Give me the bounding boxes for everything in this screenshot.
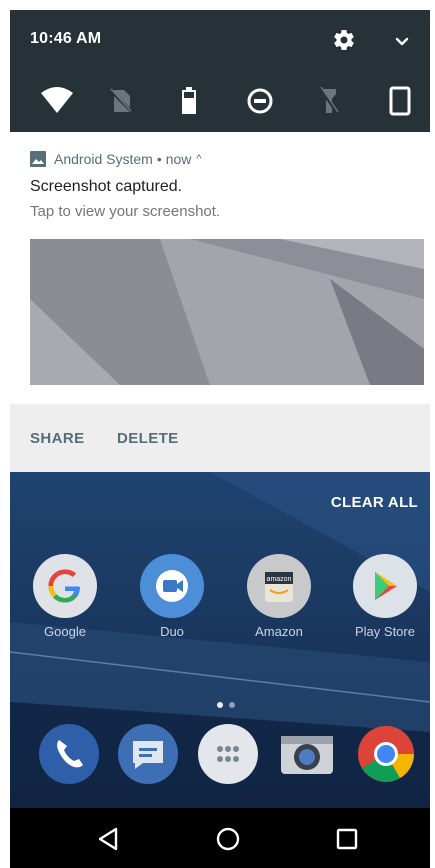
amazon-icon: amazon (247, 554, 311, 618)
do-not-disturb-icon[interactable] (243, 84, 277, 118)
camera-icon[interactable] (275, 722, 339, 786)
screenshot-notification[interactable]: Android System • now ^ Screenshot captur… (10, 132, 430, 404)
chevron-down-icon[interactable] (392, 32, 412, 52)
page-indicator (217, 702, 235, 708)
app-label: Play Store (355, 624, 415, 639)
notification-app-name: Android System (54, 151, 153, 167)
app-label: Duo (160, 624, 184, 639)
notification-text: Tap to view your screenshot. (30, 203, 221, 220)
screen: 10:46 AM Android System • now ^ Screensh… (0, 0, 435, 868)
app-duo[interactable]: Duo (127, 554, 217, 639)
clear-all-button[interactable]: CLEAR ALL (331, 494, 418, 511)
messages-icon[interactable] (116, 722, 180, 786)
app-amazon[interactable]: amazon Amazon (234, 554, 324, 639)
home-icon[interactable] (213, 824, 243, 854)
notification-time: now (165, 151, 192, 167)
settings-gear-icon[interactable] (332, 28, 356, 52)
no-sim-icon[interactable] (104, 84, 138, 118)
quick-settings-tiles (10, 80, 430, 120)
amazon-logo-text: amazon (267, 576, 292, 583)
app-label: Google (44, 624, 86, 639)
screenshot-preview-image[interactable] (30, 239, 424, 385)
notification-title: Screenshot captured. (30, 178, 183, 195)
app-google[interactable]: Google (20, 554, 110, 639)
expand-caret-icon[interactable]: ^ (196, 153, 201, 165)
notification-header: Android System • now ^ (30, 150, 202, 168)
home-screen: CLEAR ALL Google Duo amazon Amazon Play … (10, 472, 430, 808)
notification-actions: SHARE DELETE (10, 404, 430, 472)
app-label: Amazon (255, 624, 303, 639)
auto-rotate-icon[interactable] (383, 84, 417, 118)
google-icon (33, 554, 97, 618)
flashlight-off-icon[interactable] (312, 84, 346, 118)
delete-button[interactable]: DELETE (117, 430, 179, 447)
app-play-store[interactable]: Play Store (340, 554, 430, 639)
notification-separator: • (156, 151, 162, 167)
overview-icon[interactable] (332, 824, 362, 854)
share-button[interactable]: SHARE (30, 430, 85, 447)
phone-icon[interactable] (37, 722, 101, 786)
chrome-icon[interactable] (354, 722, 418, 786)
navigation-bar (10, 808, 430, 868)
duo-icon (140, 554, 204, 618)
wifi-icon[interactable] (40, 84, 74, 118)
battery-icon[interactable] (172, 84, 206, 118)
back-icon[interactable] (94, 824, 124, 854)
play-store-icon (353, 554, 417, 618)
status-time: 10:46 AM (30, 30, 102, 47)
quick-settings-panel: 10:46 AM (10, 10, 430, 132)
image-icon (30, 151, 46, 167)
app-drawer-icon[interactable] (196, 722, 260, 786)
